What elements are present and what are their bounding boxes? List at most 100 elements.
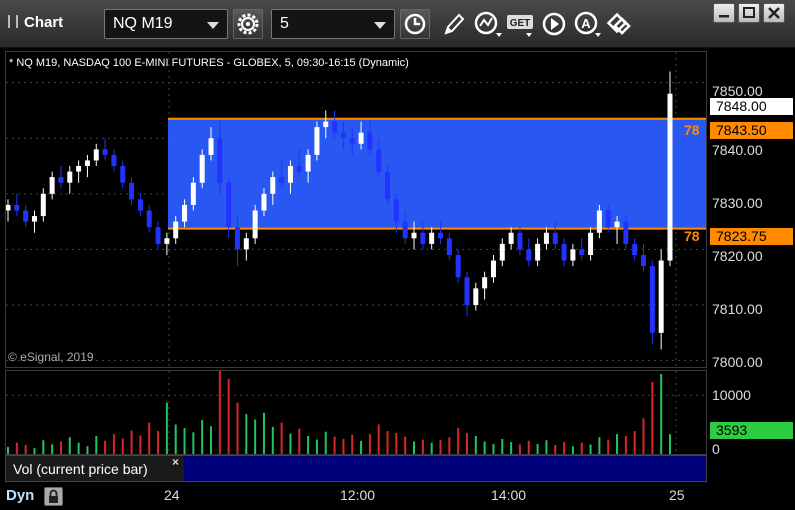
candle-body <box>58 177 64 183</box>
lower-line-tag: 78 <box>684 228 700 244</box>
volume-tick: 10000 <box>712 387 751 403</box>
volume-bar <box>254 419 257 454</box>
close-icon <box>768 7 780 19</box>
volume-study-label[interactable]: Vol (current price bar) <box>6 456 184 481</box>
volume-bar <box>324 431 327 454</box>
candle-body <box>190 182 196 205</box>
candle-body <box>6 204 11 211</box>
chart-style-button[interactable] <box>473 9 502 39</box>
window-title: Chart <box>8 14 63 31</box>
candle-body <box>420 232 426 244</box>
candle-body <box>579 249 585 255</box>
candle-body <box>314 127 320 155</box>
draw-button[interactable] <box>440 9 468 39</box>
link-button[interactable] <box>605 9 633 39</box>
volume-chart-canvas[interactable] <box>6 371 707 455</box>
price-tick: 7850.00 <box>712 83 763 99</box>
lock-button[interactable] <box>44 487 63 506</box>
volume-bar <box>554 445 557 454</box>
minimize-icon <box>719 15 729 18</box>
pencil-icon <box>444 13 465 35</box>
last-price-box: 7848.00 <box>710 98 793 115</box>
close-button[interactable] <box>763 3 785 23</box>
volume-bar <box>483 441 486 454</box>
lock-icon <box>49 489 58 503</box>
volume-bar <box>148 422 151 454</box>
volume-bar <box>580 442 583 454</box>
close-study-icon[interactable]: × <box>172 455 179 469</box>
candle-body <box>323 121 329 128</box>
volume-bar <box>518 444 521 454</box>
volume-bar <box>563 442 566 454</box>
candle-body <box>552 232 558 244</box>
minimize-button[interactable] <box>713 3 735 23</box>
get-data-button[interactable]: GET <box>505 9 537 39</box>
candle-body <box>649 266 655 333</box>
candle-body <box>208 138 214 155</box>
volume-bar <box>245 414 248 454</box>
volume-bar <box>589 444 592 454</box>
settings-button[interactable] <box>233 9 263 39</box>
volume-bar <box>598 437 601 454</box>
candle-body <box>305 154 311 172</box>
time-button[interactable] <box>400 9 430 39</box>
candle-body <box>40 193 46 217</box>
restore-button[interactable] <box>738 3 760 23</box>
text-tool-button[interactable]: A <box>573 9 603 39</box>
interval-dropdown[interactable]: 5 <box>271 9 395 39</box>
candle-body <box>182 204 188 222</box>
volume-bar <box>360 440 363 454</box>
candle-body <box>402 221 408 239</box>
chart-style-icon <box>474 11 502 37</box>
window-grip-icon <box>8 15 18 28</box>
price-chart[interactable] <box>5 51 707 368</box>
candle-body <box>120 166 126 183</box>
candle-body <box>164 238 170 244</box>
volume-bar <box>510 442 513 454</box>
volume-bar <box>262 412 265 454</box>
play-button[interactable] <box>540 9 568 39</box>
time-tick: 24 <box>164 487 180 503</box>
volume-bar <box>439 440 442 454</box>
volume-bar <box>201 420 204 454</box>
time-axis[interactable]: 24 12:00 14:00 25 <box>0 482 795 510</box>
price-tick: 7820.00 <box>712 248 763 264</box>
volume-bar <box>210 426 213 454</box>
candle-body <box>667 93 673 261</box>
dynamic-mode-indicator[interactable]: Dyn <box>0 484 64 508</box>
volume-bar <box>545 440 548 454</box>
candle-body <box>499 243 505 261</box>
symbol-dropdown[interactable]: NQ M19 <box>104 9 228 39</box>
candle-body <box>658 260 664 333</box>
candle-body <box>367 132 373 150</box>
candle-body <box>76 166 82 172</box>
price-chart-canvas[interactable] <box>6 52 707 368</box>
candle-body <box>137 199 143 211</box>
volume-bar <box>660 374 663 454</box>
restore-icon <box>743 7 755 18</box>
volume-bar <box>7 446 9 454</box>
candle-body <box>102 149 108 155</box>
interval-value: 5 <box>280 15 289 32</box>
get-icon: GET <box>507 15 533 37</box>
candle-body <box>84 160 90 167</box>
volume-bar <box>165 402 168 454</box>
volume-bar <box>218 371 221 454</box>
volume-tick: 0 <box>712 441 720 457</box>
candle-body <box>14 204 20 211</box>
candle-body <box>358 132 364 144</box>
candle-body <box>287 166 293 183</box>
volume-bar <box>413 441 416 454</box>
candle-body <box>490 260 496 278</box>
volume-bar <box>95 435 98 454</box>
a-text-icon: A <box>574 11 601 37</box>
volume-bar <box>368 434 371 454</box>
candle-body <box>605 210 611 228</box>
volume-bar <box>271 426 274 454</box>
volume-bar <box>669 434 671 454</box>
last-volume-box: 3593 <box>710 422 793 439</box>
volume-chart[interactable] <box>5 370 707 455</box>
price-tick: 7830.00 <box>712 195 763 211</box>
price-axis[interactable]: 7850.00 7840.00 7830.00 7820.00 7810.00 … <box>707 51 795 457</box>
candle-body <box>446 238 452 255</box>
